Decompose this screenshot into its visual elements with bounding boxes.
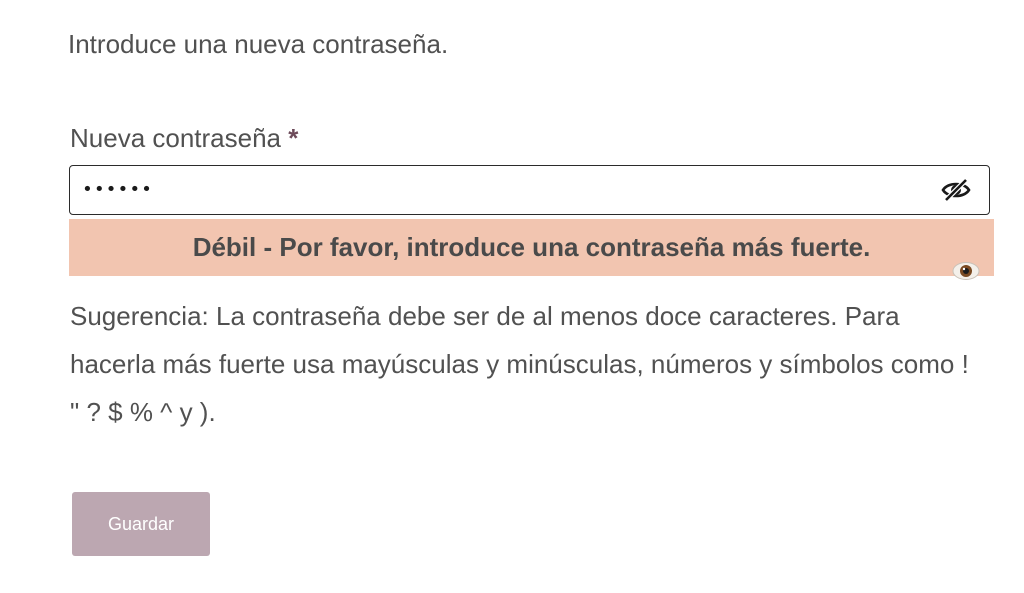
password-strength-meter: Débil - Por favor, introduce una contras… bbox=[69, 219, 994, 276]
password-field-wrapper bbox=[69, 165, 990, 215]
reset-password-page: Introduce una nueva contraseña. Nueva co… bbox=[0, 0, 1024, 593]
strength-message: Débil - Por favor, introduce una contras… bbox=[192, 232, 871, 262]
new-password-input[interactable] bbox=[82, 166, 932, 213]
eye-icon[interactable] bbox=[952, 261, 980, 281]
save-button[interactable]: Guardar bbox=[72, 492, 210, 556]
eye-slash-icon[interactable] bbox=[941, 178, 971, 202]
required-marker: * bbox=[288, 123, 299, 153]
password-label-text: Nueva contraseña bbox=[70, 123, 282, 153]
intro-text: Introduce una nueva contraseña. bbox=[68, 29, 449, 59]
password-hint: Sugerencia: La contraseña debe ser de al… bbox=[70, 301, 969, 427]
password-label: Nueva contraseña * bbox=[70, 120, 298, 156]
